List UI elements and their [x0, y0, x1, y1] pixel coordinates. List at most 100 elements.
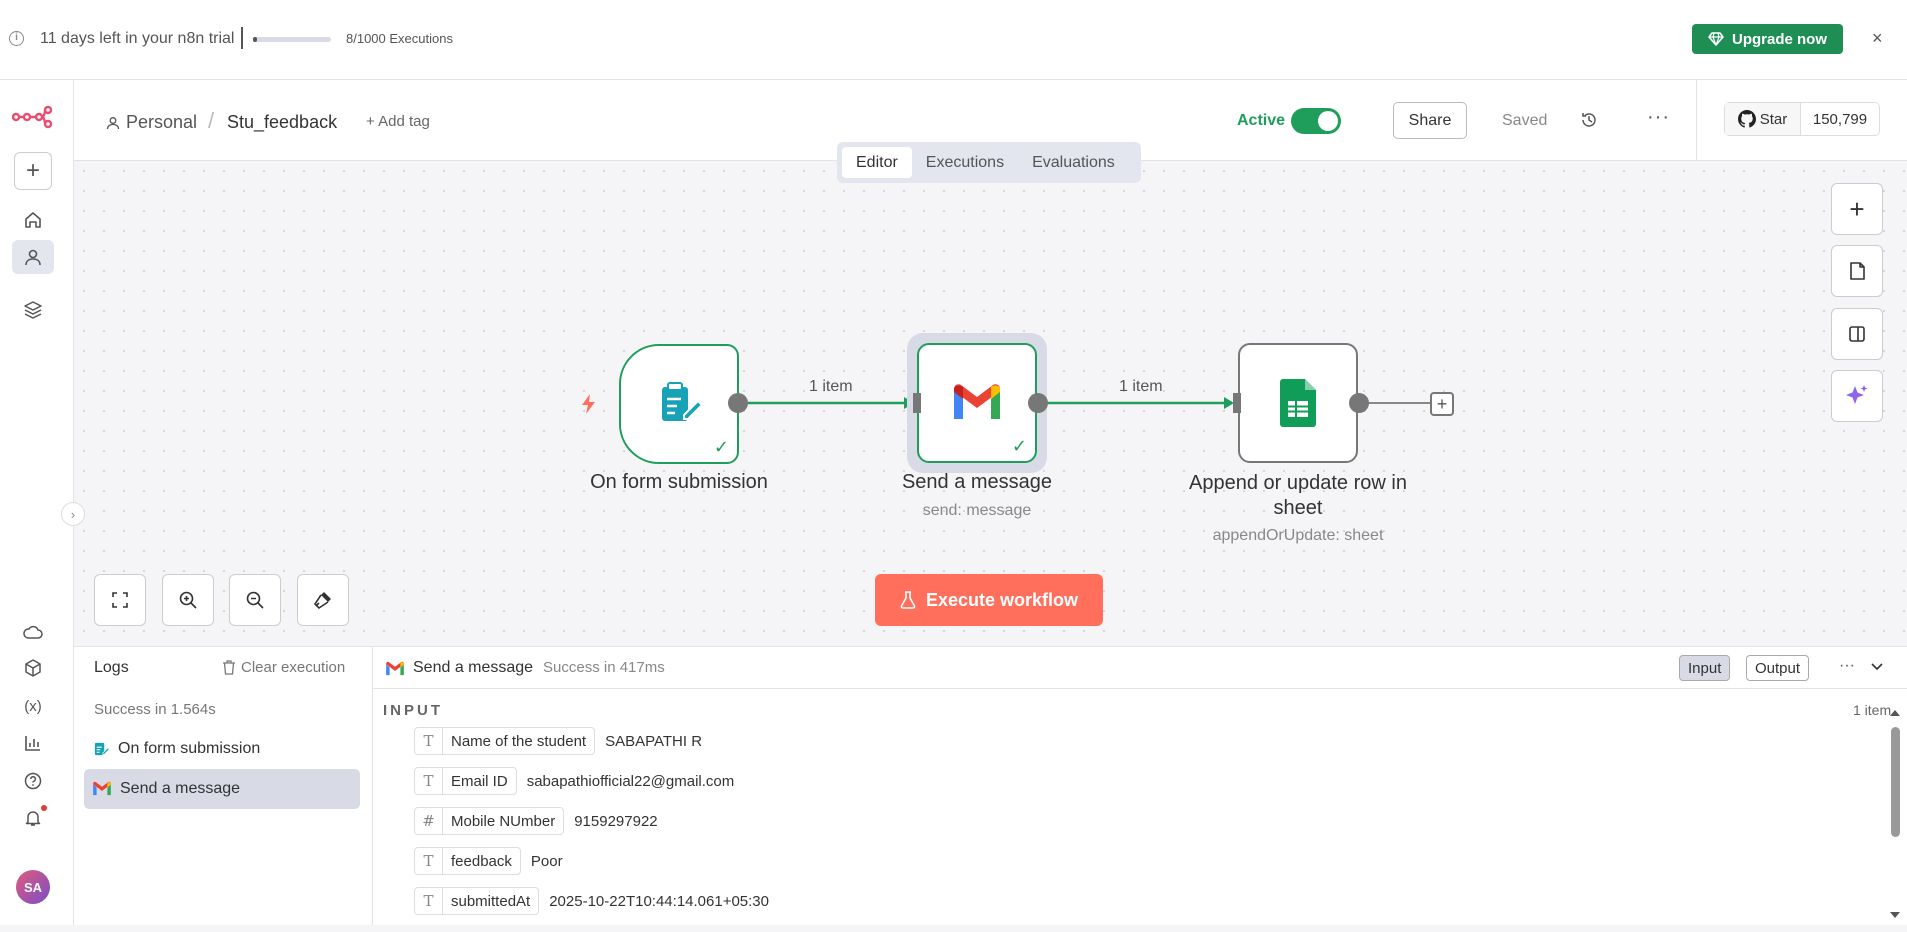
user-icon — [106, 116, 120, 129]
input-toggle-button[interactable]: Input — [1679, 655, 1731, 681]
logs-title: Logs — [94, 659, 129, 676]
field-chip[interactable]: T Email ID — [414, 767, 517, 795]
node-send-a-message[interactable]: ✓ — [917, 343, 1037, 463]
insights-icon[interactable] — [12, 726, 54, 760]
avatar[interactable]: SA — [16, 870, 50, 904]
scroll-up-icon[interactable] — [1889, 709, 1901, 717]
clear-execution-button[interactable]: Clear execution — [222, 659, 345, 676]
input-handle[interactable] — [913, 393, 921, 413]
divider — [241, 27, 243, 49]
tab-evaluations[interactable]: Evaluations — [1018, 147, 1129, 178]
history-icon[interactable] — [1580, 111, 1598, 129]
string-type-icon: T — [415, 768, 443, 794]
view-tabs: Editor Executions Evaluations — [837, 142, 1141, 183]
package-icon[interactable] — [12, 651, 54, 685]
ai-assistant-icon[interactable] — [1831, 370, 1883, 422]
close-icon[interactable]: × — [1872, 28, 1883, 49]
layers-icon[interactable] — [12, 293, 54, 327]
field-name: feedback — [451, 852, 512, 870]
form-icon — [662, 382, 704, 421]
execute-workflow-button[interactable]: Execute workflow — [875, 574, 1103, 626]
cloud-icon[interactable] — [12, 616, 54, 650]
field-row: Tfeedback Poor — [414, 847, 563, 875]
field-value: SABAPATHI R — [605, 732, 703, 750]
workflow-name[interactable]: Stu_feedback — [227, 112, 337, 133]
output-toggle-button[interactable]: Output — [1746, 655, 1810, 681]
node-label: Append or update row in sheet — [1189, 472, 1407, 519]
tab-editor[interactable]: Editor — [842, 147, 912, 178]
more-options-icon[interactable]: ··· — [1647, 106, 1670, 129]
star-count: 150,799 — [1812, 110, 1868, 128]
add-node-button[interactable]: + — [1430, 392, 1454, 416]
tidy-up-icon[interactable] — [297, 574, 349, 626]
divider — [1696, 80, 1697, 161]
gmail-icon — [386, 661, 404, 676]
help-icon[interactable] — [12, 764, 54, 798]
home-icon[interactable] — [12, 203, 54, 237]
node-subtitle: send: message — [922, 502, 1032, 519]
success-check-icon: ✓ — [713, 437, 729, 457]
field-chip[interactable]: TsubmittedAt — [414, 887, 540, 915]
add-node-icon[interactable]: + — [1831, 183, 1883, 235]
scroll-thumb[interactable] — [1891, 727, 1900, 837]
info-icon: i — [9, 31, 24, 46]
project-name: Personal — [126, 112, 198, 132]
flask-icon — [900, 591, 916, 609]
field-row: TsubmittedAt 2025-10-22T10:44:14.061+05:… — [414, 887, 769, 915]
active-toggle[interactable] — [1291, 108, 1341, 134]
log-item-send-a-message[interactable]: Send a message — [84, 769, 360, 809]
user-icon[interactable] — [12, 240, 54, 274]
trial-banner: i 11 days left in your n8n trial 8/1000 … — [0, 0, 1907, 80]
node-subtitle: appendOrUpdate: sheet — [1212, 527, 1384, 544]
field-value: 9159297922 — [574, 812, 658, 830]
field-name: Mobile NUmber — [451, 812, 556, 830]
panel-toggle-icon[interactable] — [1831, 308, 1883, 360]
field-value: Poor — [530, 852, 563, 870]
breadcrumb-personal[interactable]: Personal — [106, 112, 197, 133]
node-on-form-submission[interactable]: ✓ — [619, 344, 739, 464]
github-star-button[interactable]: Star — [1725, 103, 1801, 135]
field-row: T Name of the student SABAPATHI R — [414, 727, 702, 755]
variables-icon[interactable]: (x) — [12, 689, 54, 723]
field-chip[interactable]: T Name of the student — [414, 727, 596, 755]
zoom-in-icon[interactable] — [162, 574, 214, 626]
n8n-logo-icon[interactable] — [12, 105, 52, 129]
create-button[interactable]: + — [14, 152, 52, 190]
fit-view-icon[interactable] — [94, 574, 146, 626]
github-star-widget[interactable]: Star 150,799 — [1724, 102, 1880, 136]
log-item-on-form-submission[interactable]: On form submission — [84, 729, 360, 769]
input-handle[interactable] — [1233, 393, 1241, 413]
scroll-down-icon[interactable] — [1889, 911, 1901, 919]
field-name: Name of the student — [451, 732, 587, 750]
field-chip[interactable]: Tfeedback — [414, 847, 521, 875]
field-row: # Mobile NUmber 9159297922 — [414, 807, 658, 835]
main-sidebar: + (x) SA — [0, 80, 74, 925]
field-value: 2025-10-22T10:44:14.061+05:30 — [549, 892, 769, 910]
github-icon — [1737, 110, 1756, 128]
share-button[interactable]: Share — [1393, 102, 1467, 139]
node-append-or-update-row[interactable] — [1238, 343, 1358, 463]
scrollbar[interactable] — [1888, 707, 1902, 922]
sticky-note-icon[interactable] — [1831, 245, 1883, 297]
add-tag-button[interactable]: + Add tag — [366, 113, 430, 130]
upgrade-button[interactable]: Upgrade now — [1692, 24, 1843, 54]
zoom-out-icon[interactable] — [229, 574, 281, 626]
panel-more-icon[interactable]: ··· — [1839, 657, 1855, 675]
executions-count: 8/1000 Executions — [346, 31, 453, 46]
panel-node-name: Send a message — [413, 659, 534, 676]
tab-executions[interactable]: Executions — [912, 147, 1018, 178]
star-label: Star — [1759, 110, 1788, 128]
trial-text: 11 days left in your n8n trial — [40, 30, 235, 47]
executions-progress-bar — [253, 37, 331, 42]
clear-label: Clear execution — [241, 659, 346, 676]
field-chip[interactable]: # Mobile NUmber — [414, 807, 565, 835]
logs-panel: Logs Clear execution Success in 1.564s O… — [74, 646, 373, 925]
string-type-icon: T — [415, 848, 443, 874]
string-type-icon: T — [415, 728, 443, 754]
bell-icon[interactable] — [12, 801, 54, 835]
node-detail-panel: Send a message Success in 417ms Input Ou… — [373, 646, 1907, 925]
expand-sidebar-icon[interactable]: › — [61, 502, 85, 526]
active-label: Active — [1237, 112, 1286, 129]
chevron-down-icon[interactable] — [1871, 663, 1883, 671]
form-icon — [94, 742, 110, 756]
